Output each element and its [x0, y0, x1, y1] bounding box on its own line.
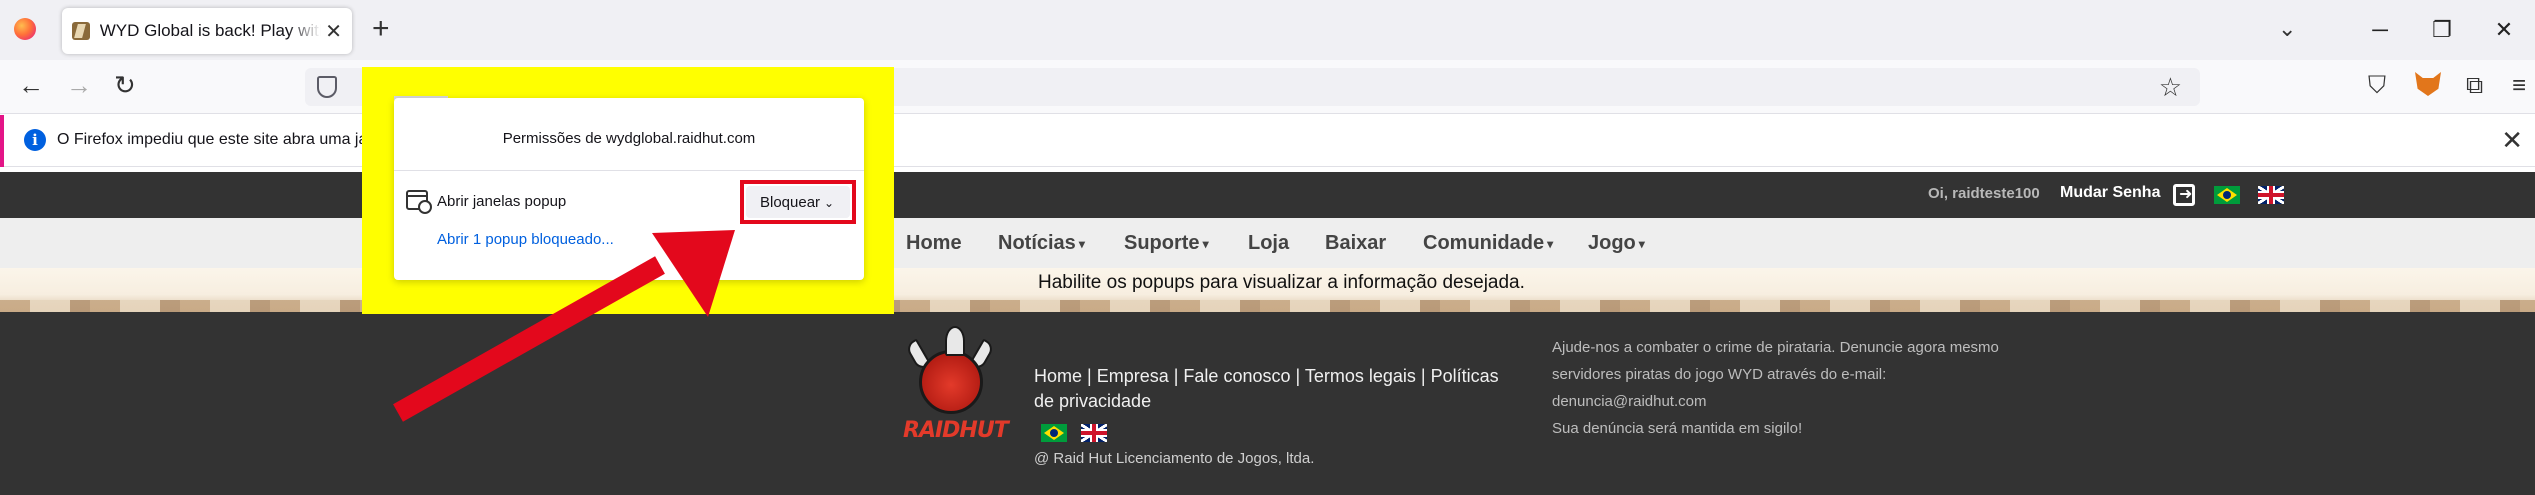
piracy-email-link[interactable]: denuncia@raidhut.com [1552, 388, 2072, 415]
notification-close-icon[interactable]: ✕ [2501, 125, 2523, 156]
nav-loja[interactable]: Loja [1248, 232, 1289, 255]
nav-jogo[interactable]: Jogo ▾ [1588, 232, 1645, 255]
footer-link-termos[interactable]: Termos legais [1305, 366, 1416, 386]
minimize-button[interactable]: ─ [2349, 17, 2411, 43]
piracy-line-2: servidores piratas do jogo WYD através d… [1552, 366, 1887, 383]
copyright-text: @ Raid Hut Licenciamento de Jogos, ltda. [1034, 450, 1315, 467]
site-favicon-icon [72, 22, 90, 40]
select-value: Bloquear [760, 194, 821, 211]
back-icon[interactable]: ← [18, 70, 44, 101]
tab-close-icon[interactable]: ✕ [325, 19, 342, 44]
popup-permission-label: Abrir janelas popup [437, 193, 567, 210]
uk-flag-icon[interactable] [2258, 186, 2284, 204]
popup-window-icon [406, 190, 432, 214]
nav-suporte[interactable]: Suporte ▾ [1124, 232, 1209, 255]
footer-separator: | [1082, 366, 1097, 386]
extensions-icon[interactable]: ⧉ [2466, 72, 2483, 100]
chevron-down-icon: ▾ [1078, 236, 1085, 251]
tab-strip: WYD Global is back! Play with y ✕ + ⌄ ─ … [0, 0, 2535, 60]
nav-noticias[interactable]: Notícias ▾ [998, 232, 1085, 255]
nav-noticias-label: Notícias [998, 232, 1076, 254]
footer-link-home[interactable]: Home [1034, 366, 1082, 386]
close-window-button[interactable]: ✕ [2473, 17, 2535, 43]
site-footer: RAIDHUT Home | Empresa | Fale conosco | … [0, 312, 2535, 495]
new-tab-button[interactable]: + [372, 12, 390, 46]
logo-wordmark: RAIDHUT [903, 418, 1009, 443]
nav-home[interactable]: Home [906, 232, 962, 255]
piracy-notice: Ajude-nos a combater o crime de piratari… [1552, 334, 2072, 442]
logo-word-hut: HUT [959, 418, 1008, 443]
tracking-protection-shield-icon[interactable] [317, 76, 337, 98]
footer-separator: | [1168, 366, 1184, 386]
metamask-fox-icon[interactable] [2415, 72, 2441, 96]
enable-popups-message: Habilite os popups para visualizar a inf… [1038, 272, 1525, 293]
footer-link-empresa[interactable]: Empresa [1097, 366, 1169, 386]
logo-viking-head [919, 350, 983, 414]
piracy-line-1: Ajude-nos a combater o crime de piratari… [1552, 339, 1999, 356]
uk-flag-icon[interactable] [1081, 424, 1107, 442]
logo-word-raid: RAID [903, 418, 960, 443]
permissions-panel-title: Permissões de wydglobal.raidhut.com [502, 130, 756, 147]
pocket-icon[interactable]: ⛉ [2368, 72, 2386, 100]
notification-text: O Firefox impediu que este site abra uma… [57, 131, 368, 148]
nav-jogo-label: Jogo [1588, 232, 1636, 254]
notification-accent [0, 115, 4, 167]
popup-permission-select[interactable]: Bloquear ⌄ [746, 186, 850, 218]
forward-icon[interactable]: → [66, 70, 92, 101]
change-password-link[interactable]: Mudar Senha [2060, 184, 2160, 202]
footer-separator: | [1290, 366, 1305, 386]
firefox-icon[interactable] [14, 18, 36, 40]
raidhut-logo[interactable]: RAIDHUT [903, 326, 1009, 444]
active-tab[interactable]: WYD Global is back! Play with y ✕ [62, 8, 352, 54]
nav-baixar[interactable]: Baixar [1325, 232, 1386, 255]
nav-comunidade-label: Comunidade [1423, 232, 1545, 254]
nav-suporte-label: Suporte [1124, 232, 1200, 254]
nav-comunidade[interactable]: Comunidade ▾ [1423, 232, 1553, 255]
bookmark-star-icon[interactable]: ☆ [2159, 72, 2182, 103]
panel-divider [394, 170, 864, 171]
brazil-flag-icon[interactable] [1041, 424, 1067, 442]
chevron-down-icon: ▾ [1638, 236, 1645, 251]
reload-icon[interactable]: ↻ [114, 70, 136, 101]
chevron-down-icon: ▾ [1202, 236, 1209, 251]
app-menu-icon[interactable]: ≡ [2512, 72, 2526, 100]
chevron-down-icon: ⌄ [824, 196, 835, 210]
red-annotation-arrow [393, 230, 735, 422]
chevron-down-icon: ▾ [1547, 236, 1554, 251]
list-all-tabs-icon[interactable]: ⌄ [2278, 16, 2296, 42]
logout-icon[interactable] [2173, 184, 2195, 206]
brazil-flag-icon[interactable] [2214, 186, 2240, 204]
tab-title: WYD Global is back! Play with y [99, 21, 322, 40]
arrow-shaft [393, 256, 665, 422]
restore-button[interactable]: ❐ [2411, 17, 2473, 43]
piracy-line-4: Sua denúncia será mantida em sigilo! [1552, 420, 1803, 437]
footer-separator: | [1415, 366, 1431, 386]
user-greeting: Oi, raidteste100 [1928, 185, 2040, 202]
logo-axe [945, 326, 965, 356]
window-controls: ─ ❐ ✕ [2349, 0, 2535, 60]
footer-links: Home | Empresa | Fale conosco | Termos l… [1034, 364, 1504, 414]
info-icon: i [24, 129, 46, 151]
footer-link-fale-conosco[interactable]: Fale conosco [1183, 366, 1290, 386]
